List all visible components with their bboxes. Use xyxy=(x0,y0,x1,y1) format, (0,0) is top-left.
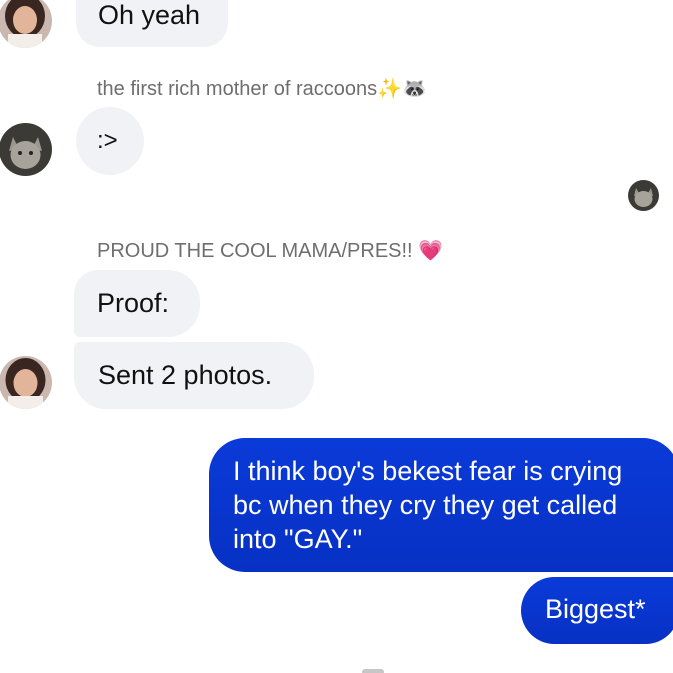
message-text-line-1: I think boy's bekest fear is crying xyxy=(233,456,623,486)
cat-avatar-image xyxy=(0,123,52,176)
message-bubble-outgoing[interactable]: Biggest* xyxy=(521,577,673,644)
sender-name: PROUD THE COOL MAMA/PRES!! 💗 xyxy=(97,240,443,261)
message-text-line-3: into "GAY." xyxy=(233,524,363,554)
sender-name-text: the first rich mother of raccoons xyxy=(97,78,378,100)
message-bubble-incoming[interactable]: Oh yeah xyxy=(76,0,228,47)
girl-avatar[interactable] xyxy=(0,356,52,409)
girl-avatar[interactable] xyxy=(0,0,52,48)
cat-avatar[interactable] xyxy=(0,123,52,176)
message-text: :> xyxy=(97,127,118,154)
sparkles-raccoon-emoji: ✨🦝 xyxy=(377,76,427,100)
message-text: Oh yeah xyxy=(98,0,201,30)
sender-name: the first rich mother of raccoons✨🦝 xyxy=(97,78,427,99)
girl-avatar-image xyxy=(0,0,52,48)
message-text: Biggest* xyxy=(545,594,646,624)
message-bubble-incoming[interactable]: Proof: xyxy=(74,270,200,337)
message-bubble-outgoing[interactable]: I think boy's bekest fear is crying bc w… xyxy=(209,438,673,572)
message-text: Sent 2 photos. xyxy=(98,360,273,390)
sender-name-text: PROUD THE COOL MAMA/PRES!! xyxy=(97,240,413,262)
cat-read-receipt-image xyxy=(628,180,659,211)
pink-heart-emoji: 💗 xyxy=(418,238,444,262)
message-text-line-2: bc when they cry they get called xyxy=(233,490,618,520)
cat-read-receipt-avatar xyxy=(628,180,659,211)
message-bubble-incoming[interactable]: Sent 2 photos. xyxy=(74,342,314,409)
message-text: Proof: xyxy=(97,288,170,318)
typing-indicator xyxy=(362,669,384,673)
message-bubble-incoming[interactable]: :> xyxy=(76,107,144,175)
girl-avatar-image xyxy=(0,356,52,409)
